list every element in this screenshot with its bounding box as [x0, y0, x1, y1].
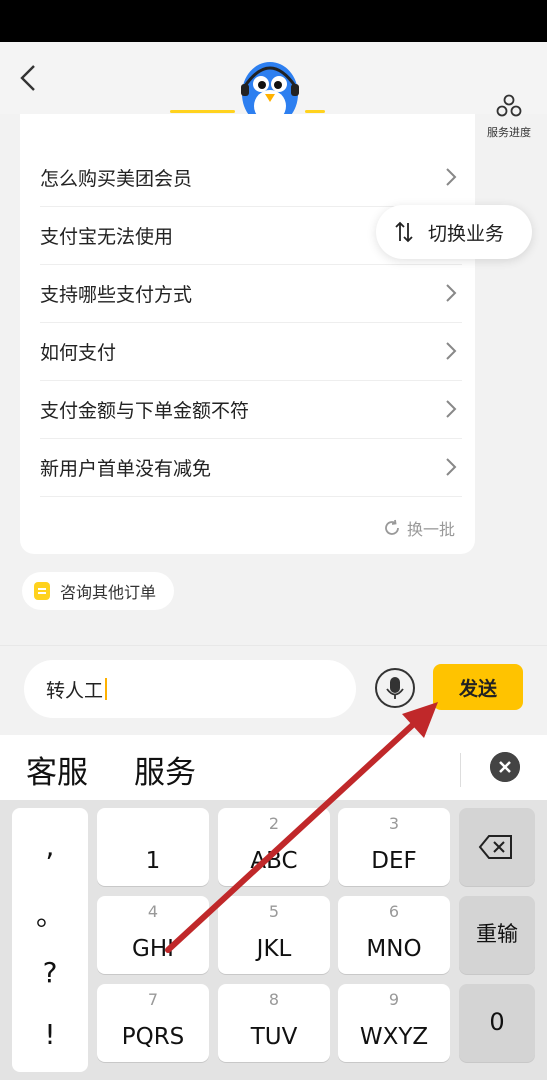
chevron-right-icon	[446, 284, 457, 302]
key-1[interactable]: 1	[97, 808, 209, 886]
punctuation-column: , 。 ? !	[12, 808, 88, 1072]
key-digit: 6	[388, 902, 400, 921]
key-letters: PQRS	[121, 1024, 185, 1050]
key-letters: DEF	[371, 848, 417, 874]
key-5[interactable]: 5 JKL	[218, 896, 330, 974]
other-order-button[interactable]: 咨询其他订单	[22, 572, 175, 610]
reenter-key[interactable]: 重输	[459, 896, 535, 974]
switch-business-label: 切换业务	[428, 222, 505, 245]
key-9[interactable]: 9 WXYZ	[338, 984, 450, 1062]
refresh-batch-button[interactable]: 换一批	[383, 516, 455, 540]
key-2[interactable]: 2 ABC	[218, 808, 330, 886]
key-letters: ABC	[250, 848, 298, 874]
message-input[interactable]: 转人工	[24, 660, 356, 718]
other-order-label: 咨询其他订单	[60, 583, 157, 602]
faq-item[interactable]: 支持哪些支付方式	[40, 264, 462, 323]
backspace-icon	[478, 835, 512, 859]
refresh-label: 换一批	[406, 520, 455, 539]
key-digit: 5	[268, 902, 280, 921]
candidate-word[interactable]: 服务	[134, 747, 196, 792]
candidate-word[interactable]: 客服	[26, 747, 88, 792]
chevron-right-icon	[446, 400, 457, 418]
microphone-icon	[386, 677, 404, 699]
message-input-value: 转人工	[46, 679, 104, 702]
faq-item[interactable]: 新用户首单没有减免	[40, 438, 462, 497]
switch-business-button[interactable]: 切换业务	[376, 205, 532, 259]
reenter-label: 重输	[476, 922, 518, 946]
status-bar	[0, 0, 547, 42]
key-4[interactable]: 4 GHI	[97, 896, 209, 974]
key-0[interactable]: 0	[459, 984, 535, 1062]
composer-bar: 转人工 发送	[0, 645, 547, 736]
key-digit: 9	[388, 990, 400, 1009]
refresh-icon	[385, 519, 399, 535]
faq-item[interactable]: 如何支付	[40, 322, 462, 381]
key-letters: GHI	[132, 936, 174, 962]
close-circle-icon[interactable]	[490, 752, 520, 782]
faq-item-label: 新用户首单没有减免	[40, 457, 212, 480]
chevron-right-icon	[446, 168, 457, 186]
faq-item-label: 支付宝无法使用	[40, 225, 174, 248]
service-progress-icon	[496, 94, 522, 117]
faq-item-label: 支持哪些支付方式	[40, 283, 193, 306]
document-icon	[34, 582, 50, 600]
service-progress-button[interactable]: 服务进度	[481, 94, 537, 140]
key-letters: MNO	[366, 936, 422, 962]
key-letters: WXYZ	[359, 1024, 429, 1050]
key-letters: 1	[145, 848, 161, 874]
nine-key-keyboard: , 。 ? ! 1 2 ABC 3 DEF 4 GHI 5 JKL 6 MNO …	[0, 800, 547, 1080]
key-8[interactable]: 8 TUV	[218, 984, 330, 1062]
punct-key[interactable]: 。	[12, 894, 88, 934]
back-arrow-icon[interactable]	[14, 60, 44, 96]
key-7[interactable]: 7 PQRS	[97, 984, 209, 1062]
punct-key[interactable]: ?	[12, 956, 88, 989]
mascot-decor-line-right	[305, 110, 325, 113]
voice-input-button[interactable]	[375, 668, 415, 708]
faq-item[interactable]: 支付金额与下单金额不符	[40, 380, 462, 439]
key-digit: 8	[268, 990, 280, 1009]
key-letters: JKL	[256, 936, 292, 962]
key-digit: 4	[147, 902, 159, 921]
faq-item-label: 支付金额与下单金额不符	[40, 399, 250, 422]
key-6[interactable]: 6 MNO	[338, 896, 450, 974]
faq-item-label: 如何支付	[40, 341, 117, 364]
service-progress-label: 服务进度	[487, 126, 531, 139]
faq-item-label: 怎么购买美团会员	[40, 167, 193, 190]
text-caret	[105, 678, 108, 700]
key-digit: 3	[388, 814, 400, 833]
key-digit: 2	[268, 814, 280, 833]
backspace-key[interactable]	[459, 808, 535, 886]
key-3[interactable]: 3 DEF	[338, 808, 450, 886]
ime-candidate-bar: 客服 服务	[0, 735, 547, 800]
key-letters: TUV	[250, 1024, 298, 1050]
candidate-divider	[460, 753, 461, 787]
faq-item[interactable]: 怎么购买美团会员	[40, 148, 462, 207]
punct-key[interactable]: ,	[12, 830, 88, 863]
swap-arrows-icon	[395, 221, 413, 243]
faq-card: 怎么购买美团会员 支付宝无法使用 支持哪些支付方式 如何支付 支付金额与下单金额…	[20, 114, 475, 554]
key-zero-label: 0	[489, 1008, 505, 1036]
key-digit: 7	[147, 990, 159, 1009]
send-button[interactable]: 发送	[433, 664, 523, 710]
chevron-right-icon	[446, 458, 457, 476]
punct-key[interactable]: !	[12, 1018, 88, 1051]
chevron-right-icon	[446, 342, 457, 360]
mascot-decor-line-left	[170, 110, 235, 113]
